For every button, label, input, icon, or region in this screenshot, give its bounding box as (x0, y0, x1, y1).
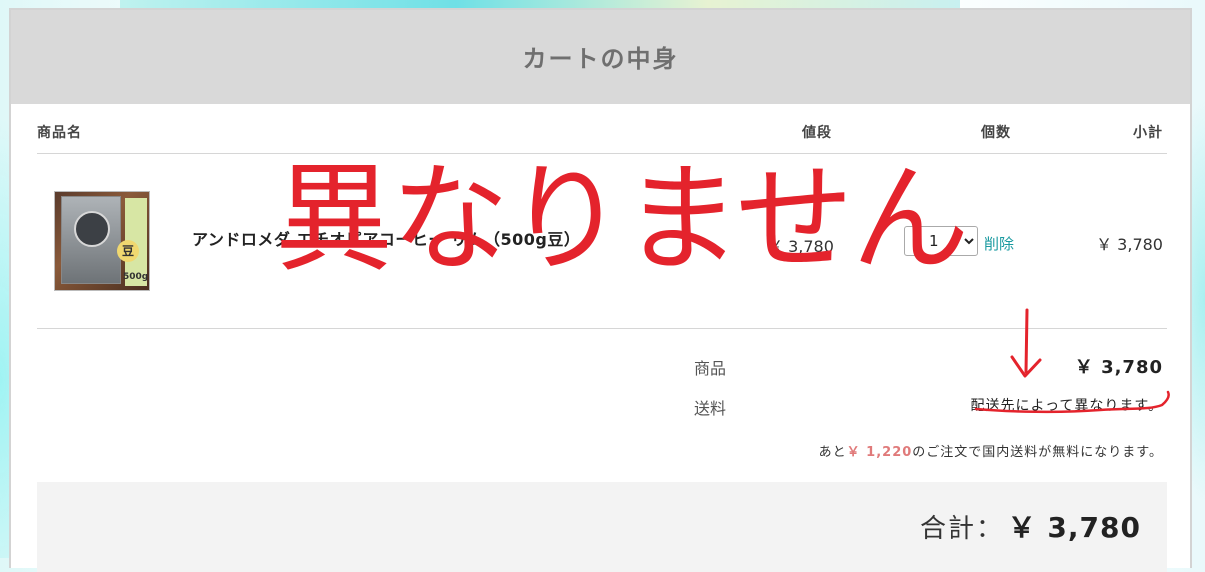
free-shipping-prefix: あと (818, 445, 847, 460)
column-header-name: 商品名 (37, 125, 82, 141)
package-graphic (61, 196, 121, 284)
weight-label: 500g (123, 272, 149, 282)
total-box: 合計： ￥ 3,780 (37, 482, 1167, 572)
background-decoration (120, 0, 960, 8)
free-shipping-note: あと￥ 1,220のご注文で国内送料が無料になります。 (819, 441, 1163, 460)
product-image[interactable]: 豆 500g (54, 191, 150, 291)
free-shipping-amount: ￥ 1,220 (846, 445, 913, 460)
column-header-price: 値段 (802, 125, 832, 141)
page-title: カートの中身 (522, 45, 679, 73)
cart-header: カートの中身 (11, 10, 1190, 104)
goods-value: ￥ 3,780 (1074, 357, 1163, 378)
column-header-subtotal: 小計 (1133, 125, 1163, 141)
cart-panel: カートの中身 商品名 値段 個数 小計 豆 500g アンドロメダ エチオピアコ… (9, 8, 1192, 572)
shipping-value: 配送先によって異なります。 (970, 398, 1163, 414)
free-shipping-suffix: のご注文で国内送料が無料になります。 (912, 445, 1163, 460)
annotation-text: 異なりません (275, 150, 969, 288)
row-subtotal: ￥ 3,780 (1096, 235, 1163, 254)
total-label: 合計： (919, 514, 1004, 544)
total-value: ￥ 3,780 (1007, 511, 1141, 544)
column-header-qty: 個数 (981, 125, 1011, 141)
goods-label: 商品 (694, 359, 727, 378)
delete-link[interactable]: 削除 (984, 233, 1014, 254)
shipping-label: 送料 (694, 399, 727, 418)
bean-badge: 豆 (117, 240, 139, 262)
brand-logo-icon (74, 211, 110, 247)
divider (37, 328, 1167, 329)
